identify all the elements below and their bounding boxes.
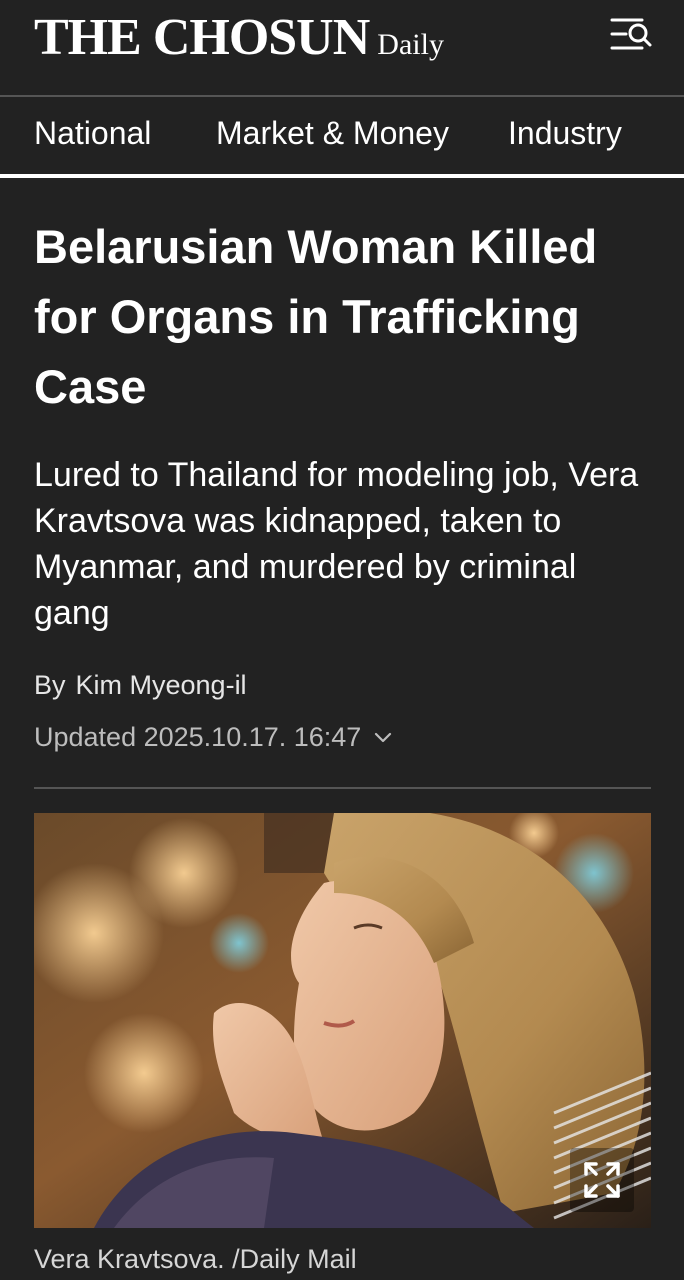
- article-subheadline: Lured to Thailand for modeling job, Vera…: [34, 456, 639, 632]
- logo-sub-text: Daily: [377, 28, 444, 61]
- updated-time: 2025.10.17. 16:47: [143, 722, 362, 752]
- byline-prefix: By: [34, 670, 66, 700]
- section-nav: National Market & Money Industry: [0, 97, 684, 175]
- site-logo[interactable]: THE CHOSUN Daily: [34, 8, 444, 67]
- updated-label: Updated: [34, 722, 137, 752]
- site-header: THE CHOSUN Daily: [0, 0, 684, 96]
- expand-photo-button[interactable]: [570, 1148, 634, 1212]
- byline: By Kim Myeong-il: [34, 670, 247, 701]
- chevron-down-icon[interactable]: [373, 728, 393, 748]
- logo-main-text: THE CHOSUN: [34, 9, 370, 66]
- nav-item-industry[interactable]: Industry: [508, 115, 622, 152]
- search-menu-icon: [610, 18, 652, 50]
- expand-icon: [570, 1148, 634, 1212]
- photo-caption: Vera Kravtsova. /Daily Mail: [34, 1244, 357, 1274]
- nav-item-market-money[interactable]: Market & Money: [216, 115, 449, 152]
- meta-divider: [34, 787, 651, 789]
- article-headline: Belarusian Woman Killed for Organs in Tr…: [34, 220, 598, 413]
- article-photo[interactable]: [34, 813, 651, 1228]
- nav-divider: [0, 174, 684, 178]
- search-menu-button[interactable]: [608, 14, 654, 56]
- author-name[interactable]: Kim Myeong-il: [76, 670, 247, 700]
- updated-timestamp: Updated 2025.10.17. 16:47: [34, 722, 393, 753]
- nav-item-national[interactable]: National: [34, 115, 151, 152]
- photo-illustration: [34, 813, 651, 1228]
